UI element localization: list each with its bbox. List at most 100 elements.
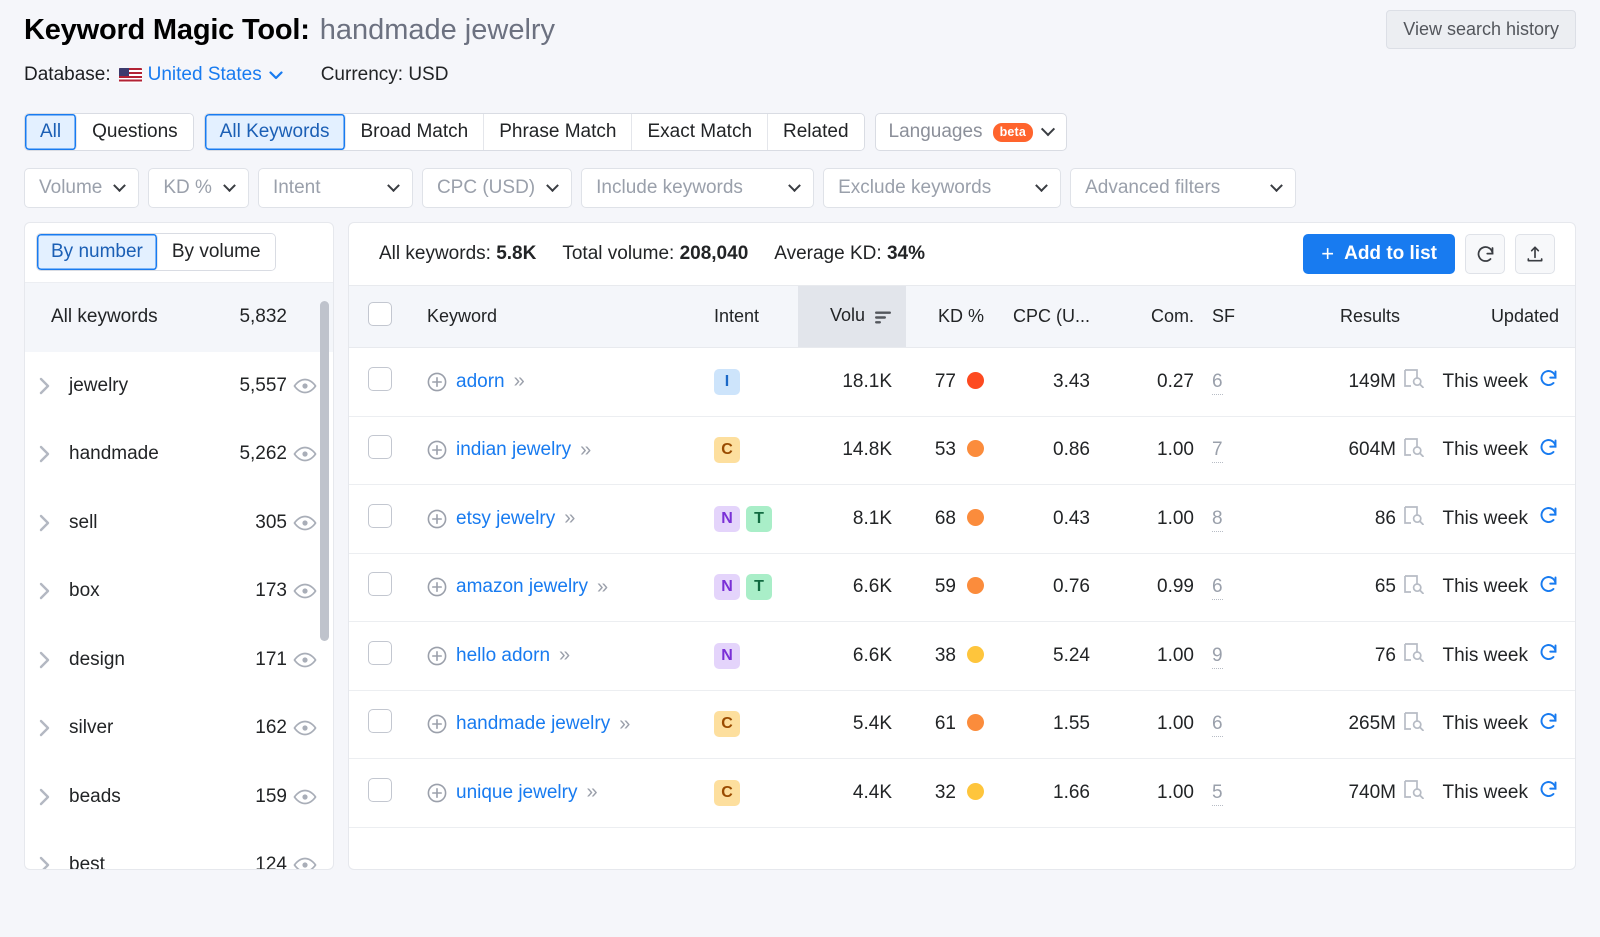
- refresh-icon[interactable]: [1538, 642, 1559, 669]
- eye-icon[interactable]: [287, 786, 317, 808]
- keyword-link[interactable]: adorn: [456, 368, 505, 396]
- sf-value[interactable]: 5: [1212, 782, 1223, 806]
- add-keyword-icon[interactable]: [427, 783, 447, 803]
- keyword-expand-icon[interactable]: »: [597, 573, 606, 602]
- col-results[interactable]: Results: [1264, 286, 1424, 348]
- export-button[interactable]: [1515, 234, 1555, 274]
- keyword-expand-icon[interactable]: »: [514, 367, 523, 396]
- intent-badge-C[interactable]: C: [714, 711, 740, 737]
- database-selector[interactable]: United States: [148, 64, 262, 86]
- eye-icon[interactable]: [287, 580, 317, 602]
- filter-volume[interactable]: Volume: [24, 168, 139, 208]
- sidebar-by-volume[interactable]: By volume: [158, 234, 275, 270]
- table-row[interactable]: hello adorn»N6.6K385.241.00976This week: [349, 622, 1576, 691]
- languages-filter[interactable]: Languages beta: [875, 113, 1068, 151]
- filter-cpc[interactable]: CPC (USD): [422, 168, 572, 208]
- refresh-icon[interactable]: [1538, 368, 1559, 395]
- chevron-down-icon[interactable]: [269, 67, 283, 84]
- eye-icon[interactable]: [287, 512, 317, 534]
- refresh-button[interactable]: [1465, 234, 1505, 274]
- col-competition[interactable]: Com.: [1108, 286, 1194, 348]
- add-keyword-icon[interactable]: [427, 646, 447, 666]
- chevron-right-icon[interactable]: [39, 377, 59, 395]
- intent-badge-N[interactable]: N: [714, 506, 740, 532]
- eye-icon[interactable]: [287, 717, 317, 739]
- eye-icon[interactable]: [287, 649, 317, 671]
- table-row[interactable]: amazon jewelry»NT6.6K590.760.99665This w…: [349, 553, 1576, 622]
- chevron-right-icon[interactable]: [39, 651, 59, 669]
- chevron-right-icon[interactable]: [39, 788, 59, 806]
- sidebar-item-silver[interactable]: silver162: [25, 694, 333, 763]
- intent-badge-N[interactable]: N: [714, 643, 740, 669]
- tab-all-keywords[interactable]: All Keywords: [205, 114, 346, 150]
- add-to-list-button[interactable]: + Add to list: [1303, 234, 1455, 274]
- row-checkbox[interactable]: [368, 504, 392, 528]
- row-checkbox[interactable]: [368, 709, 392, 733]
- col-updated[interactable]: Updated: [1424, 286, 1576, 348]
- add-keyword-icon[interactable]: [427, 372, 447, 392]
- keyword-link[interactable]: etsy jewelry: [456, 505, 555, 533]
- row-checkbox[interactable]: [368, 778, 392, 802]
- tab-all[interactable]: All: [25, 114, 77, 150]
- tab-questions[interactable]: Questions: [77, 114, 193, 150]
- sidebar-item-design[interactable]: design171: [25, 626, 333, 695]
- sf-value[interactable]: 7: [1212, 439, 1223, 463]
- row-checkbox[interactable]: [368, 367, 392, 391]
- select-all-checkbox[interactable]: [368, 302, 392, 326]
- chevron-right-icon[interactable]: [39, 856, 59, 870]
- keyword-link[interactable]: amazon jewelry: [456, 573, 588, 601]
- col-kd[interactable]: KD %: [906, 286, 996, 348]
- refresh-icon[interactable]: [1538, 437, 1559, 464]
- filter-advanced[interactable]: Advanced filters: [1070, 168, 1296, 208]
- sidebar-scrollbar-thumb[interactable]: [320, 301, 329, 641]
- chevron-right-icon[interactable]: [39, 582, 59, 600]
- serp-icon[interactable]: [1404, 643, 1424, 668]
- row-checkbox[interactable]: [368, 572, 392, 596]
- keyword-expand-icon[interactable]: »: [586, 778, 595, 807]
- eye-icon[interactable]: [287, 854, 317, 870]
- sidebar-item-all-keywords[interactable]: All keywords 5,832: [25, 283, 333, 352]
- sf-value[interactable]: 6: [1212, 713, 1223, 737]
- keyword-link[interactable]: indian jewelry: [456, 436, 571, 464]
- tab-related[interactable]: Related: [768, 114, 864, 150]
- sidebar-item-handmade[interactable]: handmade5,262: [25, 420, 333, 489]
- serp-icon[interactable]: [1404, 575, 1424, 600]
- sf-value[interactable]: 6: [1212, 576, 1223, 600]
- serp-icon[interactable]: [1404, 438, 1424, 463]
- refresh-icon[interactable]: [1538, 779, 1559, 806]
- filter-kd[interactable]: KD %: [148, 168, 249, 208]
- table-row[interactable]: unique jewelry»C4.4K321.661.005740MThis …: [349, 759, 1576, 828]
- add-keyword-icon[interactable]: [427, 577, 447, 597]
- sidebar-scrollbar[interactable]: [320, 301, 329, 870]
- serp-icon[interactable]: [1404, 712, 1424, 737]
- sidebar-item-best[interactable]: best124: [25, 831, 333, 870]
- col-cpc[interactable]: CPC (U...: [996, 286, 1108, 348]
- tab-exact-match[interactable]: Exact Match: [632, 114, 768, 150]
- col-intent[interactable]: Intent: [706, 286, 798, 348]
- sidebar-by-number[interactable]: By number: [37, 234, 158, 270]
- refresh-icon[interactable]: [1538, 505, 1559, 532]
- keyword-expand-icon[interactable]: »: [559, 641, 568, 670]
- intent-badge-N[interactable]: N: [714, 574, 740, 600]
- filter-include-keywords[interactable]: Include keywords: [581, 168, 814, 208]
- sf-value[interactable]: 8: [1212, 508, 1223, 532]
- eye-icon[interactable]: [287, 443, 317, 465]
- keyword-link[interactable]: hello adorn: [456, 642, 550, 670]
- view-search-history-button[interactable]: View search history: [1386, 10, 1576, 49]
- col-volume[interactable]: Volu: [798, 286, 906, 348]
- intent-badge-T[interactable]: T: [746, 574, 772, 600]
- sidebar-item-box[interactable]: box173: [25, 557, 333, 626]
- serp-icon[interactable]: [1404, 506, 1424, 531]
- chevron-right-icon[interactable]: [39, 445, 59, 463]
- sf-value[interactable]: 6: [1212, 371, 1223, 395]
- add-keyword-icon[interactable]: [427, 714, 447, 734]
- intent-badge-C[interactable]: C: [714, 780, 740, 806]
- chevron-right-icon[interactable]: [39, 719, 59, 737]
- table-row[interactable]: handmade jewelry»C5.4K611.551.006265MThi…: [349, 690, 1576, 759]
- sidebar-item-beads[interactable]: beads159: [25, 763, 333, 832]
- keyword-expand-icon[interactable]: »: [580, 436, 589, 465]
- tab-phrase-match[interactable]: Phrase Match: [484, 114, 632, 150]
- intent-badge-C[interactable]: C: [714, 437, 740, 463]
- keyword-expand-icon[interactable]: »: [619, 710, 628, 739]
- refresh-icon[interactable]: [1538, 711, 1559, 738]
